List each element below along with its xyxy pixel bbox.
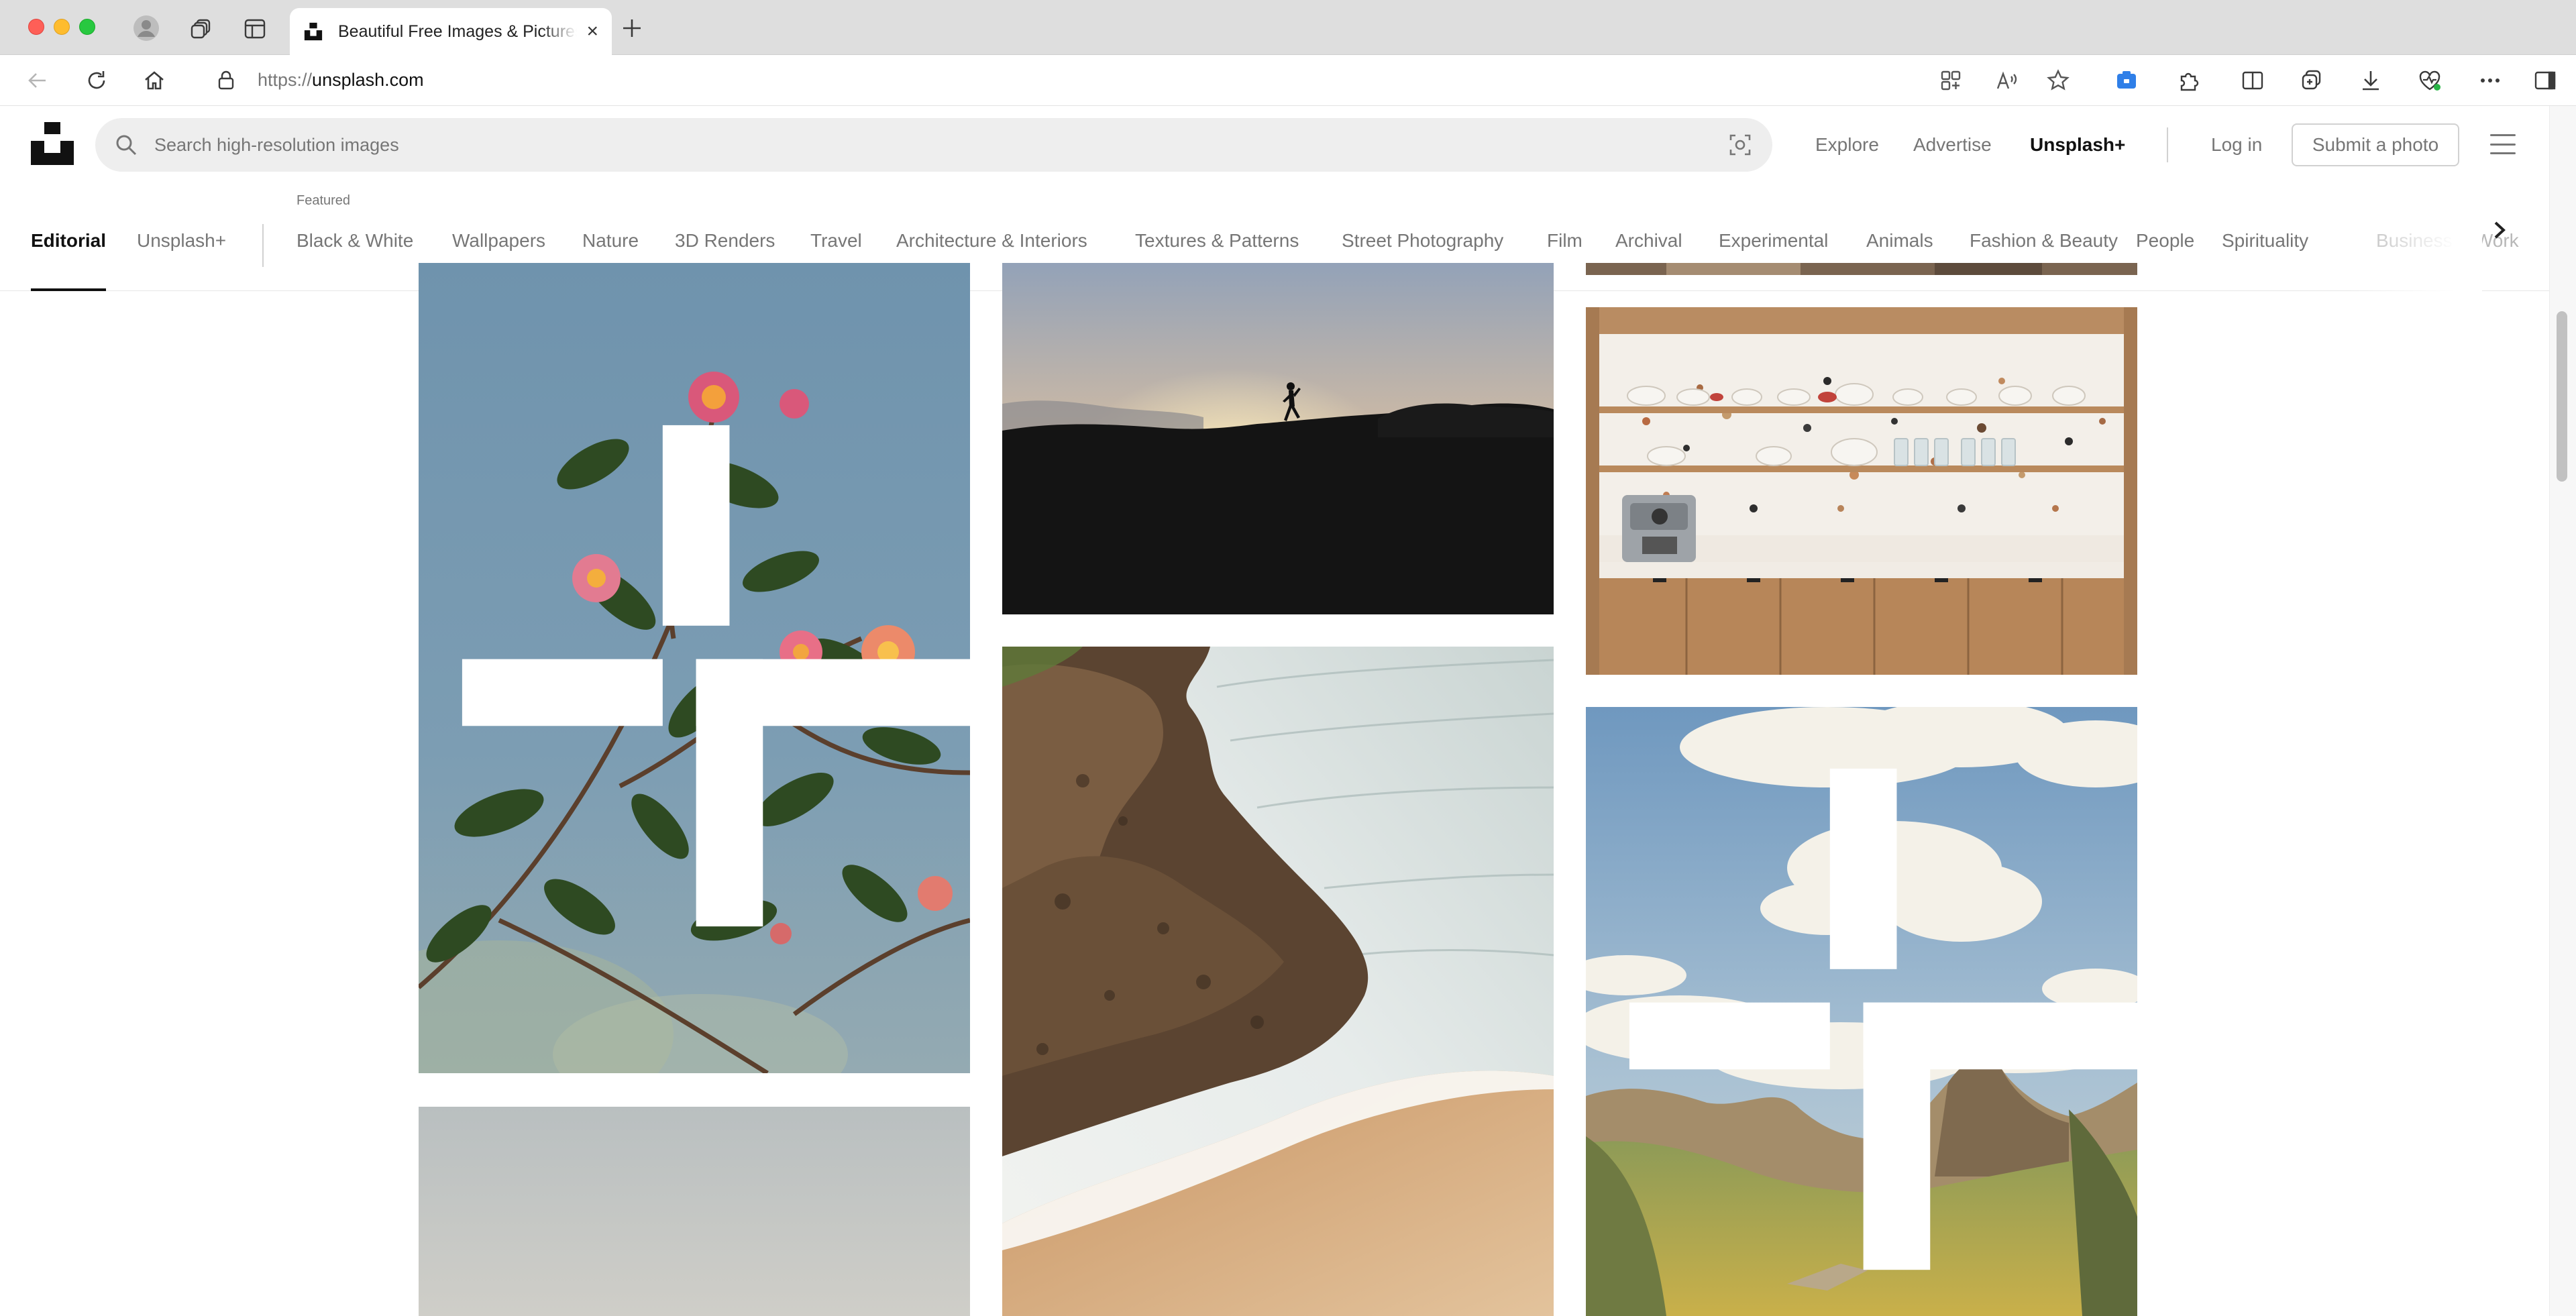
browser-essentials-icon[interactable] — [2418, 68, 2442, 93]
page-scrollbar[interactable] — [2549, 106, 2576, 1316]
photo-top-strip[interactable] — [1586, 263, 2137, 275]
collections-toolbar-icon[interactable] — [2300, 68, 2324, 93]
tab-people[interactable]: People — [2136, 188, 2194, 291]
menu-icon[interactable] — [2490, 134, 2516, 154]
app-available-icon[interactable] — [1939, 68, 1963, 93]
search-icon[interactable] — [114, 133, 138, 157]
tab-experimental[interactable]: Experimental — [1719, 188, 1828, 291]
unsplash-logo-icon[interactable] — [31, 122, 74, 165]
tab-title: Beautiful Free Images & Pictures | Unspl… — [338, 21, 578, 41]
browser-tab-bar: Beautiful Free Images & Pictures | Unspl… — [0, 0, 2576, 55]
wallet-icon[interactable] — [2114, 68, 2139, 93]
tab-spirituality[interactable]: Spirituality — [2222, 188, 2308, 291]
tab-actions-icon[interactable] — [244, 19, 266, 39]
tab-editorial[interactable]: Editorial — [31, 188, 107, 291]
topics-divider — [262, 224, 264, 267]
scrollbar-thumb[interactable] — [2557, 311, 2567, 482]
home-icon[interactable] — [142, 68, 166, 93]
unsplash-plus-badge-icon — [462, 425, 970, 927]
close-window-button[interactable] — [28, 19, 44, 35]
url-host: unsplash.com — [312, 70, 424, 90]
unsplash-plus-link[interactable]: Unsplash+ — [2030, 118, 2125, 172]
more-options-icon[interactable] — [2478, 68, 2502, 93]
url-text[interactable]: https://unsplash.com — [258, 59, 424, 101]
search-input[interactable] — [154, 118, 1697, 172]
profile-icon[interactable] — [133, 15, 160, 42]
reload-icon[interactable] — [85, 68, 109, 93]
photo-mountains[interactable] — [1586, 707, 2137, 1316]
photo-sunset-runner[interactable] — [1002, 263, 1554, 614]
browser-toolbar: https://unsplash.com — [0, 55, 2576, 106]
new-tab-icon[interactable] — [621, 17, 643, 39]
read-aloud-icon[interactable] — [1995, 68, 2019, 93]
photo-flowers[interactable] — [419, 263, 970, 1073]
visual-search-icon[interactable] — [1728, 133, 1752, 157]
favorite-star-icon[interactable] — [2046, 68, 2070, 93]
back-icon[interactable] — [25, 68, 50, 93]
tab-archival[interactable]: Archival — [1615, 188, 1682, 291]
topics-fade — [2348, 188, 2482, 291]
header-divider — [2167, 127, 2168, 162]
featured-label: Featured — [297, 193, 351, 208]
address-bar[interactable]: https://unsplash.com — [193, 59, 2118, 101]
tab-fashion-beauty[interactable]: Fashion & Beauty — [1970, 188, 2118, 291]
tab-animals[interactable]: Animals — [1866, 188, 1933, 291]
login-link[interactable]: Log in — [2211, 118, 2262, 172]
extensions-icon[interactable] — [2176, 68, 2200, 93]
unsplash-favicon-icon — [304, 22, 323, 41]
photo-haze[interactable] — [419, 1107, 970, 1316]
url-protocol: https:// — [258, 70, 313, 90]
tab-unsplash-plus[interactable]: Unsplash+ — [137, 188, 226, 291]
downloads-icon[interactable] — [2359, 68, 2383, 93]
unsplash-plus-badge-icon — [1629, 768, 2137, 1270]
maximize-window-button[interactable] — [79, 19, 95, 35]
chevron-right-icon[interactable] — [2489, 215, 2510, 245]
lock-icon[interactable] — [217, 70, 235, 90]
submit-photo-button[interactable]: Submit a photo — [2292, 123, 2459, 166]
search-bar[interactable] — [95, 118, 1772, 172]
close-tab-icon[interactable]: × — [586, 20, 598, 43]
minimize-window-button[interactable] — [54, 19, 70, 35]
photo-kitchen[interactable] — [1586, 307, 2137, 675]
split-screen-icon[interactable] — [2241, 68, 2265, 93]
sidebar-toggle-icon[interactable] — [2533, 68, 2557, 93]
explore-link[interactable]: Explore — [1815, 118, 1879, 172]
collections-icon[interactable] — [191, 17, 213, 40]
photo-coast[interactable] — [1002, 647, 1554, 1316]
advertise-link[interactable]: Advertise — [1913, 118, 1992, 172]
active-browser-tab[interactable]: Beautiful Free Images & Pictures | Unspl… — [290, 8, 612, 55]
